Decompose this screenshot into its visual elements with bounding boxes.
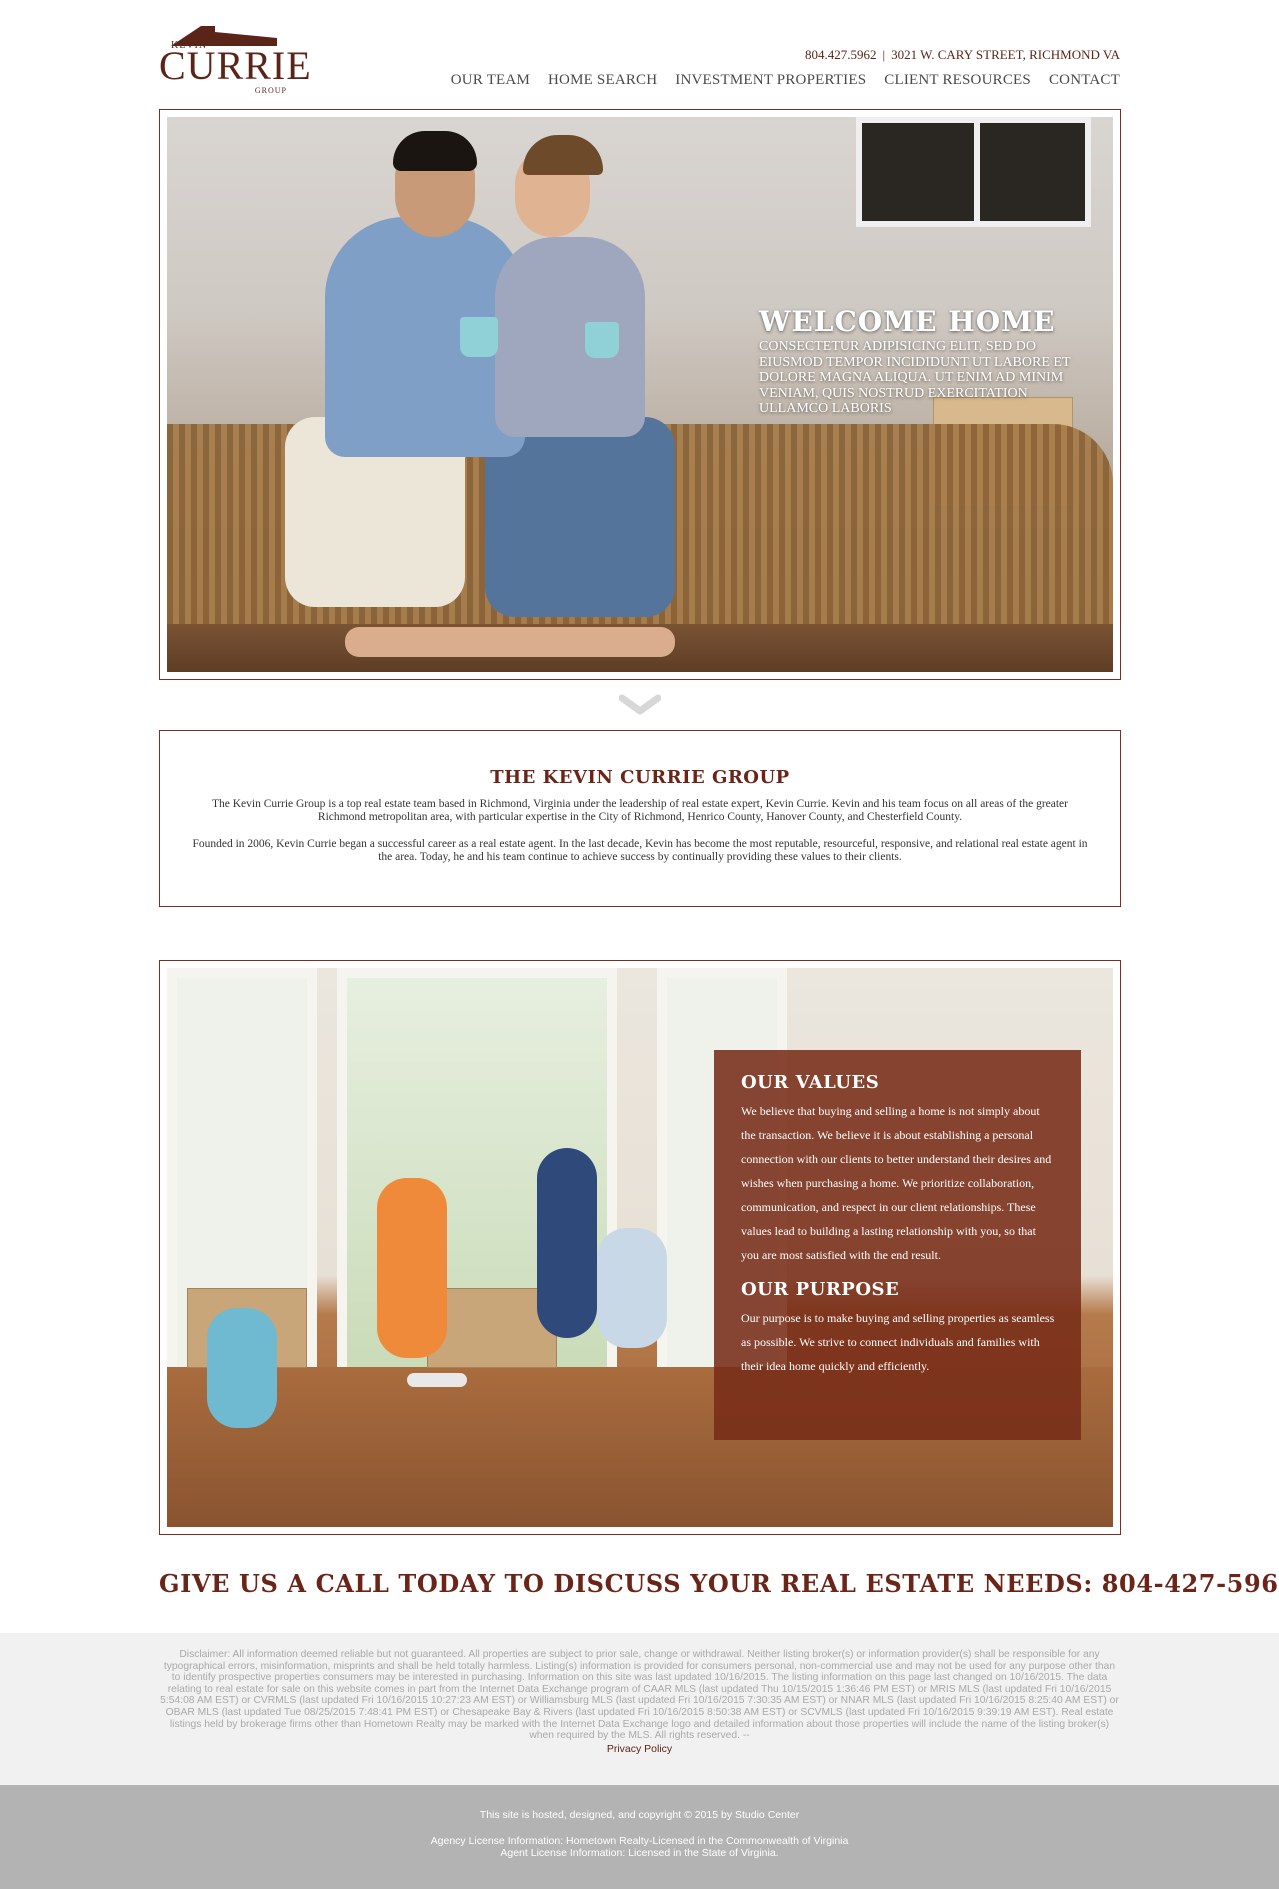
hero-banner: WELCOME HOME CONSECTETUR ADIPISICING ELI… <box>159 109 1121 680</box>
call-to-action: GIVE US A CALL TODAY TO DISCUSS YOUR REA… <box>159 1569 1279 1598</box>
header-phone[interactable]: 804.427.5962 <box>805 47 877 62</box>
nav-client-resources[interactable]: CLIENT RESOURCES <box>884 72 1031 89</box>
hero-title: WELCOME HOME <box>759 305 1056 338</box>
header-address: 3021 W. CARY STREET, RICHMOND VA <box>891 47 1120 62</box>
hero-text: CONSECTETUR ADIPISICING ELIT, SED DO EIU… <box>759 339 1071 416</box>
about-paragraph-2: Founded in 2006, Kevin Currie began a su… <box>192 838 1088 863</box>
values-panel: OUR VALUES We believe that buying and se… <box>714 1050 1081 1440</box>
about-section: THE KEVIN CURRIE GROUP The Kevin Currie … <box>159 730 1121 907</box>
footer-copyright: This site is hosted, designed, and copyr… <box>479 1809 800 1821</box>
values-photo: OUR VALUES We believe that buying and se… <box>167 968 1113 1527</box>
about-title: THE KEVIN CURRIE GROUP <box>490 767 790 788</box>
logo-currie: CURRIE <box>159 43 312 88</box>
nav-contact[interactable]: CONTACT <box>1049 72 1120 89</box>
footer-agent-license: Agent License Information: Licensed in t… <box>500 1847 779 1859</box>
hero-couple <box>285 117 675 672</box>
header-contact: 804.427.5962 | 3021 W. CARY STREET, RICHMO… <box>805 47 1120 63</box>
hero-window <box>856 117 1091 227</box>
hero-caption: WELCOME HOME CONSECTETUR ADIPISICING ELI… <box>759 305 1113 417</box>
nav-home-search[interactable]: HOME SEARCH <box>548 72 657 89</box>
purpose-text: Our purpose is to make buying and sellin… <box>741 1311 1055 1373</box>
about-paragraph-1: The Kevin Currie Group is a top real est… <box>212 798 1068 823</box>
main-nav: OUR TEAM HOME SEARCH INVESTMENT PROPERTI… <box>451 72 1120 89</box>
footer-agency-license: Agency License Information: Hometown Rea… <box>430 1835 849 1847</box>
privacy-policy-link[interactable]: Privacy Policy <box>160 1743 1119 1755</box>
site-footer: This site is hosted, designed, and copyr… <box>0 1785 1279 1889</box>
purpose-title: OUR PURPOSE <box>741 1279 900 1300</box>
chevron-down-icon[interactable] <box>619 694 661 716</box>
disclaimer-text: Disclaimer: All information deemed relia… <box>160 1649 1119 1742</box>
nav-investment-properties[interactable]: INVESTMENT PROPERTIES <box>675 72 866 89</box>
site-logo[interactable]: KEVIN CURRIE GROUP <box>159 24 311 95</box>
hero-photo: WELCOME HOME CONSECTETUR ADIPISICING ELI… <box>167 117 1113 672</box>
logo-group: GROUP <box>254 86 287 95</box>
values-title: OUR VALUES <box>741 1072 880 1093</box>
disclaimer-section: Disclaimer: All information deemed relia… <box>0 1633 1279 1785</box>
values-section: OUR VALUES We believe that buying and se… <box>159 960 1121 1535</box>
header-separator: | <box>882 47 886 62</box>
values-text: We believe that buying and selling a hom… <box>741 1104 1052 1262</box>
nav-our-team[interactable]: OUR TEAM <box>451 72 530 89</box>
